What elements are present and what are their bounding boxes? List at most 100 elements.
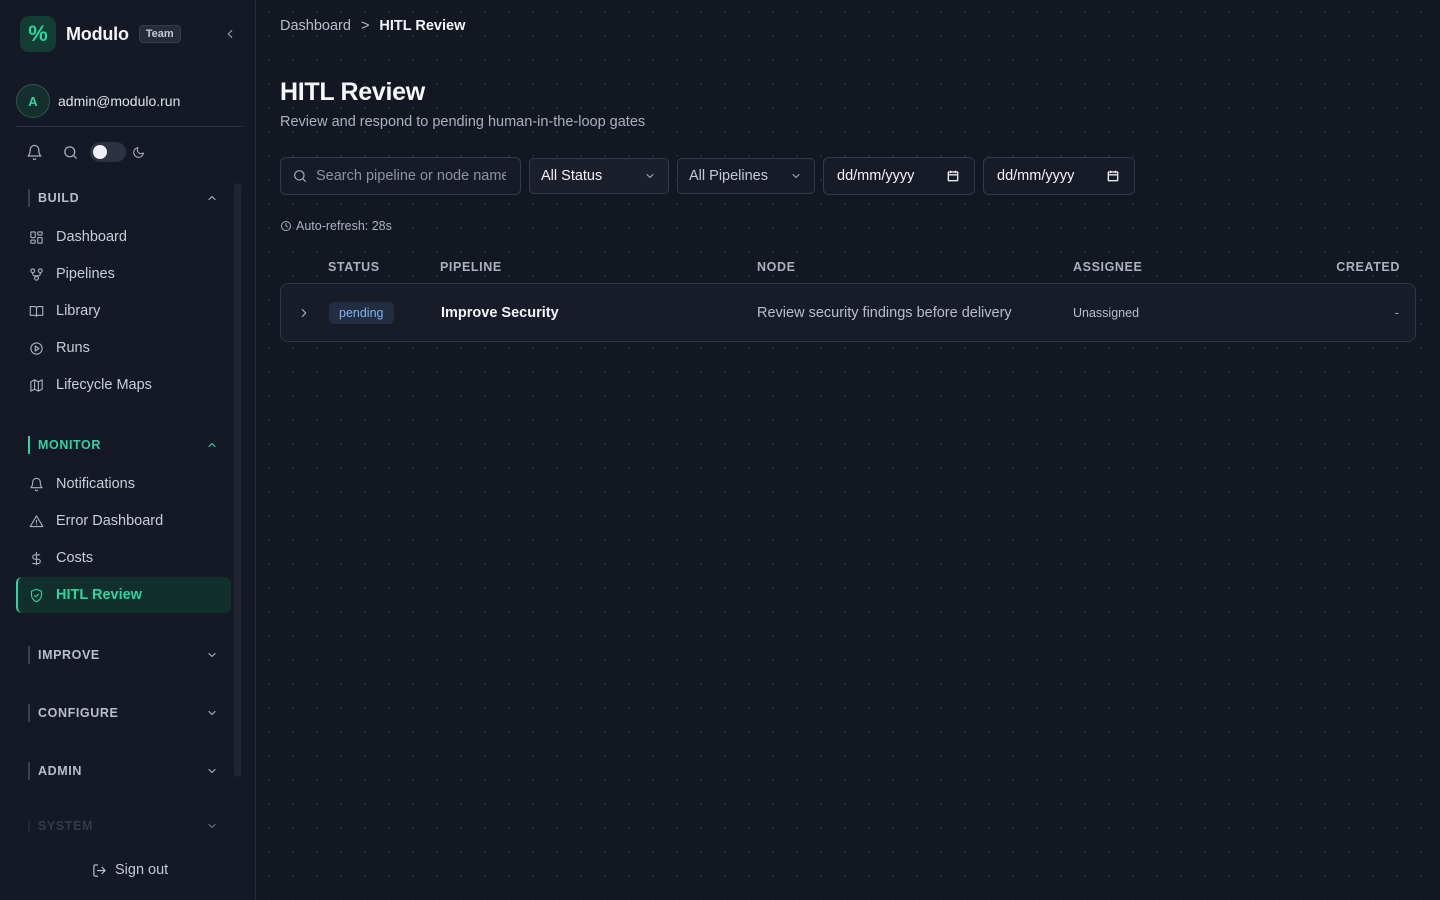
- sign-out-button[interactable]: Sign out: [92, 862, 168, 878]
- chevron-left-icon: [227, 29, 233, 39]
- search-icon[interactable]: [60, 142, 80, 162]
- status-cell: pending: [329, 284, 394, 341]
- section-title: ADMIN: [38, 764, 82, 778]
- sidebar-item-label: HITL Review: [56, 587, 142, 603]
- date-to-value: dd/mm/yyyy: [997, 168, 1075, 184]
- sidebar-item-label: Lifecycle Maps: [56, 377, 152, 393]
- sidebar-item-dashboard[interactable]: Dashboard: [16, 219, 231, 255]
- section-monitor[interactable]: MONITOR: [28, 436, 218, 454]
- sidebar-item-error-dashboard[interactable]: Error Dashboard: [16, 503, 231, 539]
- section-configure[interactable]: CONFIGURE: [28, 704, 218, 722]
- sidebar-item-costs[interactable]: Costs: [16, 540, 231, 576]
- column-header-created[interactable]: CREATED: [1336, 260, 1400, 274]
- section-title: IMPROVE: [38, 648, 100, 662]
- assignee-cell: Unassigned: [1073, 284, 1139, 341]
- play-circle-icon: [28, 340, 44, 356]
- filter-bar: All Status All Pipelines dd/mm/yyyy dd/m…: [280, 157, 1135, 195]
- breadcrumb: Dashboard > HITL Review: [280, 18, 465, 34]
- sidebar-item-label: Costs: [56, 550, 94, 566]
- sidebar-tools: [24, 141, 145, 163]
- column-header-node[interactable]: NODE: [757, 260, 796, 274]
- page-subtitle: Review and respond to pending human-in-t…: [280, 114, 646, 130]
- pipeline-filter-select[interactable]: All Pipelines: [677, 158, 815, 194]
- status-filter-select[interactable]: All Status: [529, 158, 669, 194]
- date-to-input[interactable]: dd/mm/yyyy: [983, 157, 1135, 195]
- section-system[interactable]: SYSTEM: [28, 820, 218, 832]
- search-box: [280, 157, 521, 195]
- sidebar-item-pipelines[interactable]: Pipelines: [16, 256, 231, 292]
- chevron-down-icon: [644, 170, 656, 182]
- logo-icon[interactable]: %: [20, 16, 56, 52]
- user-email: admin@modulo.run: [58, 93, 181, 109]
- grid-icon: [28, 229, 44, 245]
- bell-icon[interactable]: [24, 142, 44, 162]
- column-header-status[interactable]: STATUS: [328, 260, 380, 274]
- chevron-up-icon: [206, 439, 218, 451]
- shield-check-icon: [28, 587, 44, 603]
- main-content: Dashboard > HITL Review HITL Review Revi…: [257, 0, 1440, 900]
- plan-badge: Team: [138, 25, 181, 43]
- section-title: SYSTEM: [38, 820, 93, 832]
- clock-icon: [280, 220, 292, 232]
- book-icon: [28, 303, 44, 319]
- sidebar-item-label: Dashboard: [56, 229, 127, 245]
- date-from-value: dd/mm/yyyy: [837, 168, 915, 184]
- sidebar-item-label: Error Dashboard: [56, 513, 164, 529]
- page-title: HITL Review: [280, 78, 425, 106]
- brand: % Modulo Team: [20, 16, 240, 52]
- sidebar: % Modulo Team A admin@modulo.run BUILD D…: [0, 0, 256, 900]
- chevron-down-icon: [206, 649, 218, 661]
- theme-toggle[interactable]: [90, 142, 126, 162]
- chevron-down-icon: [790, 170, 802, 182]
- node-name: Review security findings before delivery: [757, 304, 1012, 321]
- sidebar-item-notifications[interactable]: Notifications: [16, 466, 231, 502]
- sidebar-item-library[interactable]: Library: [16, 293, 231, 329]
- sidebar-item-runs[interactable]: Runs: [16, 330, 231, 366]
- app-name: Modulo: [66, 23, 129, 44]
- dollar-icon: [28, 550, 44, 566]
- sidebar-item-label: Notifications: [56, 476, 135, 492]
- auto-refresh-text: Auto-refresh: 28s: [296, 219, 392, 233]
- avatar: A: [16, 84, 50, 118]
- pipeline-cell: Improve Security: [441, 284, 559, 341]
- created-cell: -: [1395, 284, 1399, 341]
- section-admin[interactable]: ADMIN: [28, 762, 218, 780]
- column-header-pipeline[interactable]: PIPELINE: [440, 260, 502, 274]
- created-value: -: [1394, 305, 1399, 320]
- section-title: BUILD: [38, 191, 80, 205]
- sidebar-item-label: Library: [56, 303, 101, 319]
- user-menu[interactable]: A admin@modulo.run: [16, 84, 243, 127]
- sidebar-item-lifecycle-maps[interactable]: Lifecycle Maps: [16, 367, 231, 403]
- moon-icon: [132, 146, 145, 159]
- table-header: STATUS PIPELINE NODE ASSIGNEE CREATED: [280, 258, 1416, 276]
- collapse-sidebar-button[interactable]: [220, 24, 240, 44]
- status-badge: pending: [329, 301, 394, 324]
- node-cell: Review security findings before delivery: [757, 284, 1012, 341]
- date-from-input[interactable]: dd/mm/yyyy: [823, 157, 975, 195]
- calendar-icon[interactable]: [946, 169, 960, 183]
- section-build[interactable]: BUILD: [28, 189, 218, 207]
- assignee-value: Unassigned: [1073, 305, 1140, 320]
- expand-row-button[interactable]: [297, 284, 311, 341]
- section-improve[interactable]: IMPROVE: [28, 646, 218, 664]
- search-icon: [292, 168, 308, 184]
- sign-out-label: Sign out: [115, 862, 169, 878]
- column-header-assignee[interactable]: ASSIGNEE: [1073, 260, 1142, 274]
- breadcrumb-dashboard-link[interactable]: Dashboard: [280, 18, 351, 34]
- sidebar-item-label: Runs: [56, 340, 90, 356]
- table-row[interactable]: pending Improve Security Review security…: [280, 283, 1416, 342]
- sidebar-scrollbar[interactable]: [234, 183, 241, 777]
- chevron-down-icon: [206, 707, 218, 719]
- chevron-right-icon: [301, 308, 307, 317]
- toggle-knob: [93, 145, 107, 159]
- calendar-icon[interactable]: [1106, 169, 1120, 183]
- sidebar-item-hitl-review[interactable]: HITL Review: [16, 577, 231, 613]
- workflow-icon: [28, 266, 44, 282]
- logout-icon: [92, 863, 107, 878]
- search-input[interactable]: [316, 168, 506, 184]
- breadcrumb-current: HITL Review: [379, 18, 466, 34]
- chevron-down-icon: [206, 820, 218, 832]
- pipeline-name[interactable]: Improve Security: [441, 305, 559, 321]
- chevron-up-icon: [206, 192, 218, 204]
- auto-refresh-indicator: Auto-refresh: 28s: [280, 219, 392, 233]
